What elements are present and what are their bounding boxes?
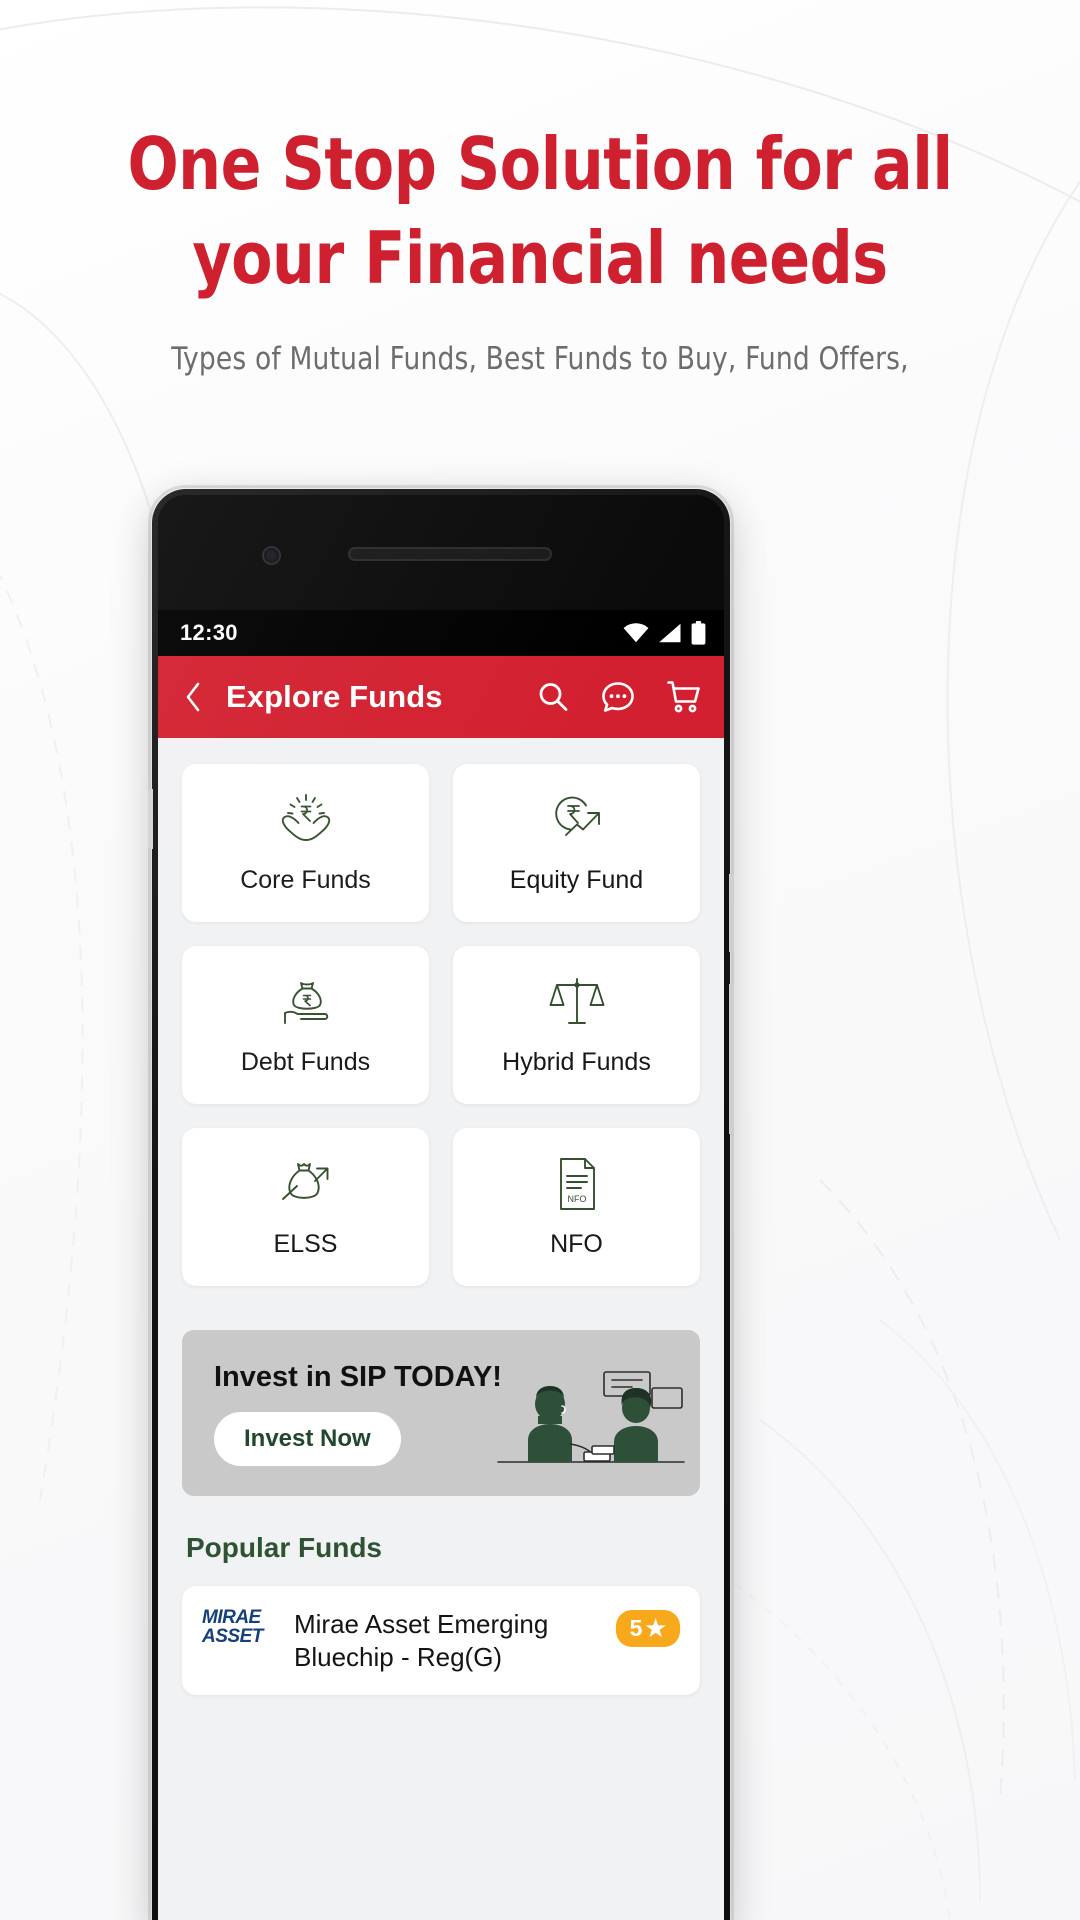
category-card-elss[interactable]: ELSS: [182, 1128, 429, 1286]
app-content: Core Funds Equity Fund Debt Funds Hybrid…: [158, 738, 724, 1920]
category-label: ELSS: [273, 1229, 338, 1258]
category-card-nfo[interactable]: NFO NFO: [453, 1128, 700, 1286]
popular-funds-title: Popular Funds: [186, 1532, 382, 1563]
category-label: Equity Fund: [509, 865, 644, 894]
search-icon[interactable]: [536, 680, 570, 714]
status-bar: 12:30: [158, 610, 724, 656]
invest-now-button[interactable]: Invest Now: [214, 1411, 401, 1466]
category-label: NFO: [550, 1229, 603, 1258]
promo-page: One Stop Solution for all your Financial…: [0, 0, 1080, 1920]
status-bar-icons: [623, 621, 706, 645]
chevron-left-icon: [186, 682, 200, 712]
category-label: Hybrid Funds: [502, 1047, 651, 1076]
fund-list-item[interactable]: MIRAE ASSET Mirae Asset Emerging Bluechi…: [182, 1586, 700, 1695]
power-button[interactable]: [729, 874, 734, 952]
status-badge: 5 ★: [615, 1610, 680, 1647]
chat-icon[interactable]: [600, 679, 636, 715]
star-icon: ★: [645, 1615, 666, 1641]
two-people-desk-illustration: [497, 1371, 685, 1463]
balance-scale-icon: [549, 974, 605, 1030]
nfo-document-icon: NFO: [552, 1156, 602, 1212]
app-bar-actions: [536, 679, 702, 715]
svg-text:NFO: NFO: [567, 1194, 586, 1204]
category-card-debt-funds[interactable]: Debt Funds: [182, 946, 429, 1104]
signal-icon: [659, 623, 681, 643]
sip-promo-banner[interactable]: Invest in SIP TODAY! Invest Now: [182, 1330, 700, 1496]
back-button[interactable]: [176, 680, 210, 714]
category-card-core-funds[interactable]: Core Funds: [182, 764, 429, 922]
page-subtitle: Types of Mutual Funds, Best Funds to Buy…: [171, 341, 909, 378]
status-bar-time: 12:30: [180, 620, 238, 645]
logo-line-1: MIRAE: [202, 1607, 261, 1628]
category-label: Core Funds: [240, 865, 371, 894]
sip-banner-title: Invest in SIP TODAY!: [214, 1360, 502, 1393]
hands-rupee-icon: [275, 792, 337, 848]
moneybag-arrow-icon: [275, 1156, 337, 1212]
phone-top-bezel: [158, 495, 724, 610]
battery-icon: [691, 621, 706, 645]
fund-name: Mirae Asset Emerging Bluechip - Reg(G): [294, 1609, 549, 1672]
logo-line-2: ASSET: [202, 1626, 263, 1647]
page-title: One Stop Solution for all your Financial…: [127, 122, 953, 300]
volume-button[interactable]: [729, 984, 734, 1134]
rupee-growth-icon: [546, 792, 608, 848]
phone-screen: 12:30 Explore Funds Core Funds Equity Fu…: [158, 495, 724, 1920]
fund-category-grid: Core Funds Equity Fund Debt Funds Hybrid…: [158, 738, 724, 1286]
left-side-button[interactable]: [148, 789, 153, 849]
hero-section: One Stop Solution for all your Financial…: [0, 118, 1080, 377]
wifi-icon: [623, 623, 649, 643]
hand-moneybag-icon: [275, 974, 337, 1030]
earpiece-speaker: [348, 547, 552, 561]
cart-icon[interactable]: [666, 680, 702, 714]
app-bar: Explore Funds: [158, 656, 724, 738]
app-bar-title: Explore Funds: [226, 679, 443, 714]
rating-value: 5: [629, 1615, 643, 1641]
category-card-hybrid-funds[interactable]: Hybrid Funds: [453, 946, 700, 1104]
mirae-asset-logo: MIRAE ASSET: [202, 1608, 276, 1646]
phone-mockup: 12:30 Explore Funds Core Funds Equity Fu…: [148, 489, 734, 1920]
category-label: Debt Funds: [240, 1047, 371, 1076]
category-card-equity-fund[interactable]: Equity Fund: [453, 764, 700, 922]
front-camera-icon: [262, 546, 281, 565]
